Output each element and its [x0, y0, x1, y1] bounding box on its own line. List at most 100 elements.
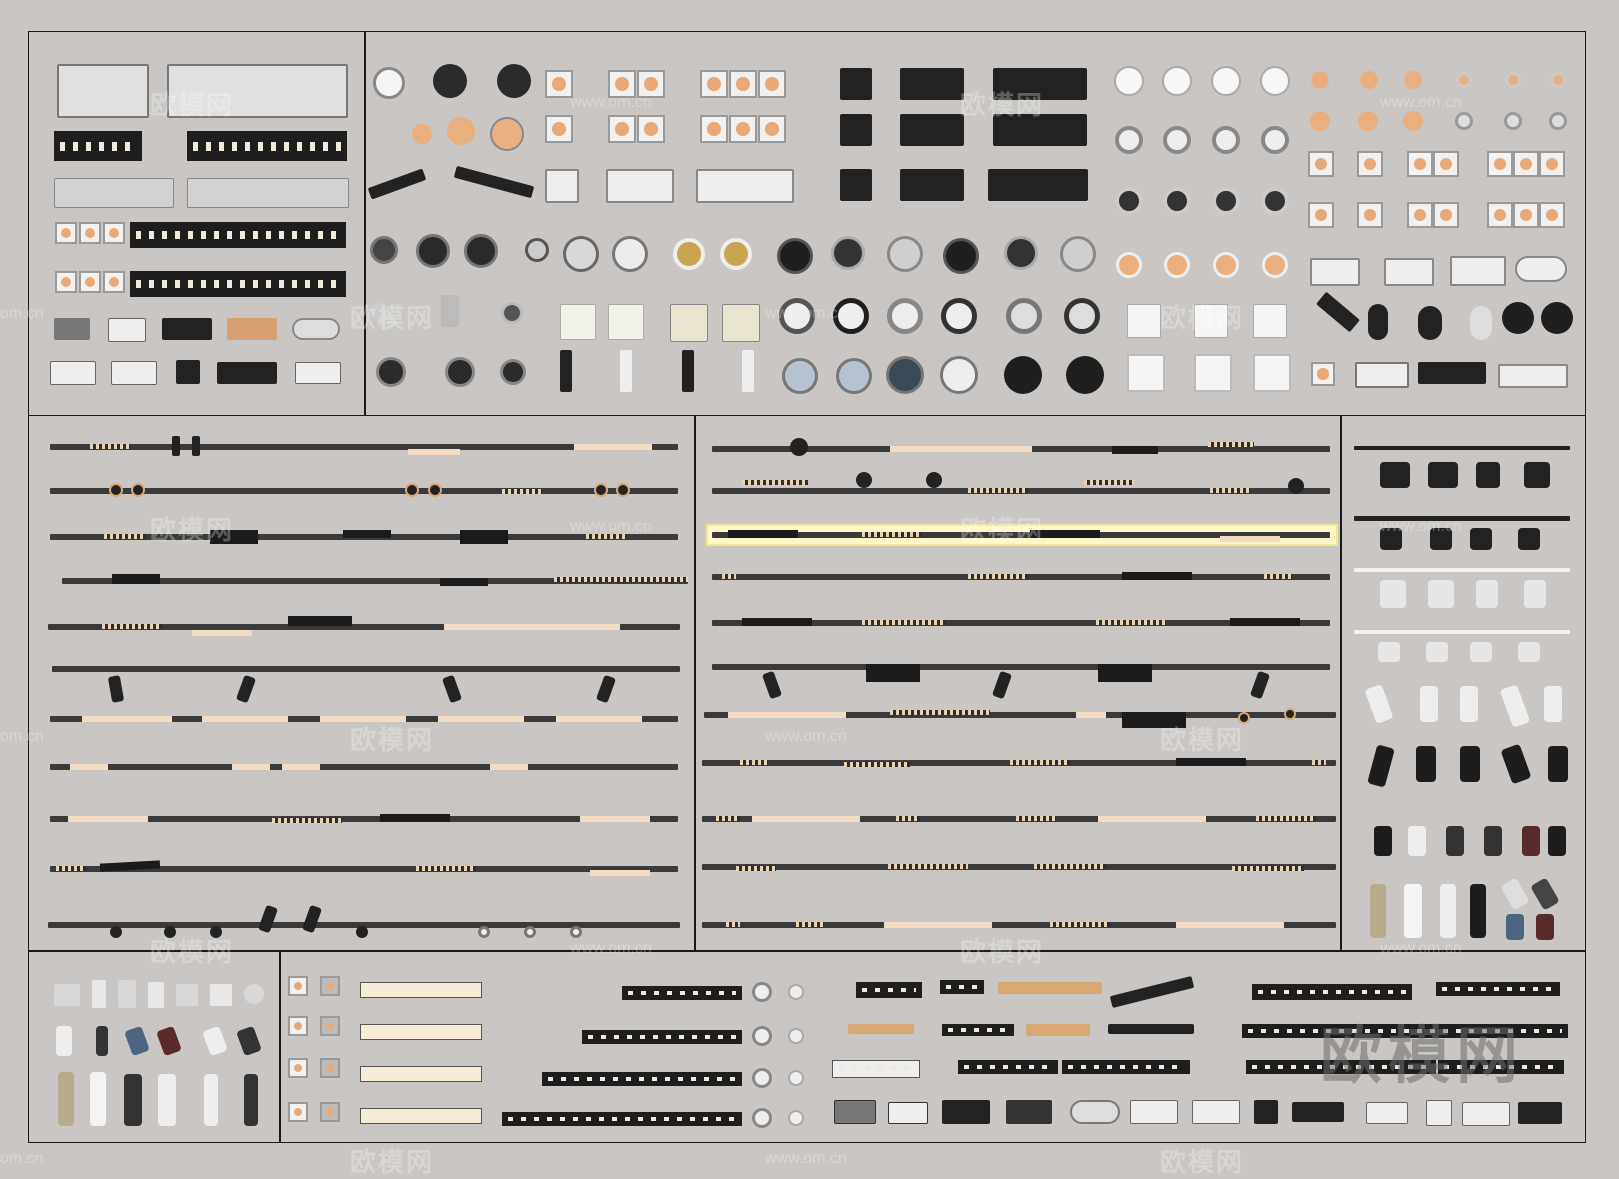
track-grille [1312, 760, 1326, 765]
grille-panel [295, 362, 341, 384]
grille-downlight-multi [1308, 202, 1334, 228]
cylinder-downlight [90, 1072, 106, 1126]
mini-round-downlight [788, 984, 804, 1000]
track-spotlight-black [1470, 528, 1492, 550]
track-spot-head [926, 472, 942, 488]
pendant-spot [742, 350, 754, 392]
mixed-spotlight [1506, 914, 1524, 940]
track-linear-black [1030, 530, 1100, 538]
magnetic-track [52, 666, 680, 672]
surface-spotlight-white [1544, 686, 1562, 722]
track-spotlight-white [1380, 580, 1406, 608]
track-grille [888, 864, 968, 869]
linear-diffuser-bar [360, 1024, 482, 1040]
triple-downlight [217, 362, 277, 384]
round-downlight-deep [1064, 298, 1100, 334]
linear-downlight [187, 131, 347, 161]
track-grille [896, 816, 920, 821]
black-grille-warm [993, 114, 1087, 146]
round-downlight-silver [782, 358, 818, 394]
grille-downlight-warm [545, 115, 573, 143]
mini-round-downlight [752, 1026, 772, 1046]
track-linear [728, 712, 846, 718]
pendant-spot [560, 350, 572, 392]
track-spot-head [405, 483, 419, 497]
linear-strip [130, 222, 346, 248]
linear-grille-strip [1062, 1060, 1190, 1074]
linear-downlight-grey [54, 178, 174, 208]
cylinder-downlight [1470, 884, 1486, 938]
grille-downlight-warm [637, 70, 665, 98]
track-linear [590, 870, 650, 876]
round-downlight-black [500, 359, 526, 385]
linear-grille-strip [1246, 1060, 1436, 1074]
track-spotlight-black [1524, 462, 1550, 488]
track-grille [1010, 760, 1070, 765]
cylinder-downlight [1404, 884, 1422, 938]
surface-spotlight-white [1460, 686, 1478, 722]
track-linear [490, 764, 528, 770]
track-linear [82, 716, 172, 722]
track-spotlight-black [1380, 528, 1402, 550]
faded-fixture [118, 980, 136, 1008]
round-downlight-deep [833, 298, 869, 334]
grille-downlight-multi [1433, 202, 1459, 228]
track-linear-black [440, 578, 488, 586]
grille-downlight-multi [1487, 202, 1513, 228]
round-downlight-black [376, 357, 406, 387]
track-linear [444, 624, 620, 630]
grille-downlight-warm [700, 115, 728, 143]
square-downlight-white [1194, 354, 1232, 392]
black-grille-warm [840, 114, 872, 146]
round-downlight-black [464, 234, 498, 268]
track-linear-black [1176, 758, 1246, 766]
square-downlight-white [560, 304, 596, 340]
grille-panel [942, 1100, 990, 1124]
grille-light [57, 64, 149, 118]
grille-downlight-multi [1539, 202, 1565, 228]
mini-downlight-grey [1549, 112, 1567, 130]
surface-spotlight-white [1420, 686, 1438, 722]
grille-downlight-multi [1407, 202, 1433, 228]
round-downlight-deep [1212, 187, 1240, 215]
faded-fixture [54, 984, 80, 1006]
track-linear [68, 816, 148, 822]
grille-downlight-warm [608, 115, 636, 143]
track-spot-head [164, 926, 176, 938]
round-downlight-silver [887, 236, 923, 272]
track-spot-head [478, 926, 490, 938]
square-downlight [1254, 1100, 1278, 1124]
linear-strip [130, 271, 346, 297]
track-spotlight-white [1426, 642, 1448, 662]
track-grille [554, 577, 688, 582]
grille-downlight-warm [545, 70, 573, 98]
cylinder-downlight [58, 1072, 74, 1126]
track-linear [1076, 712, 1106, 718]
round-downlight-warm [1213, 252, 1239, 278]
track-folding [460, 530, 508, 544]
round-downlight-silver [563, 236, 599, 272]
track-grille [1016, 816, 1056, 821]
surface-spot [1470, 306, 1492, 340]
mini-square-downlight [320, 1058, 340, 1078]
twin-grille-light [1450, 256, 1506, 286]
square-downlight-white [608, 304, 644, 340]
track-linear-black [1122, 572, 1192, 580]
mini-downlight-warm [1505, 72, 1521, 88]
twin-round-light [1070, 1100, 1120, 1124]
round-downlight-warm [1116, 252, 1142, 278]
square-downlight-gold [722, 304, 760, 342]
spot-track-rail-white [1354, 568, 1570, 572]
grille-panel [1366, 1102, 1408, 1124]
track-grille [1034, 864, 1106, 869]
track-linear [408, 449, 460, 455]
grille-downlight-grey [696, 169, 794, 203]
round-downlight-deep [1066, 356, 1104, 394]
track-grille [1232, 866, 1304, 871]
track-linear [884, 922, 992, 928]
mini-round-downlight [752, 1068, 772, 1088]
linear-grille-strip [942, 1024, 1014, 1036]
grille-panel [54, 318, 90, 340]
track-linear [574, 444, 652, 450]
grille-downlight-warm [758, 70, 786, 98]
